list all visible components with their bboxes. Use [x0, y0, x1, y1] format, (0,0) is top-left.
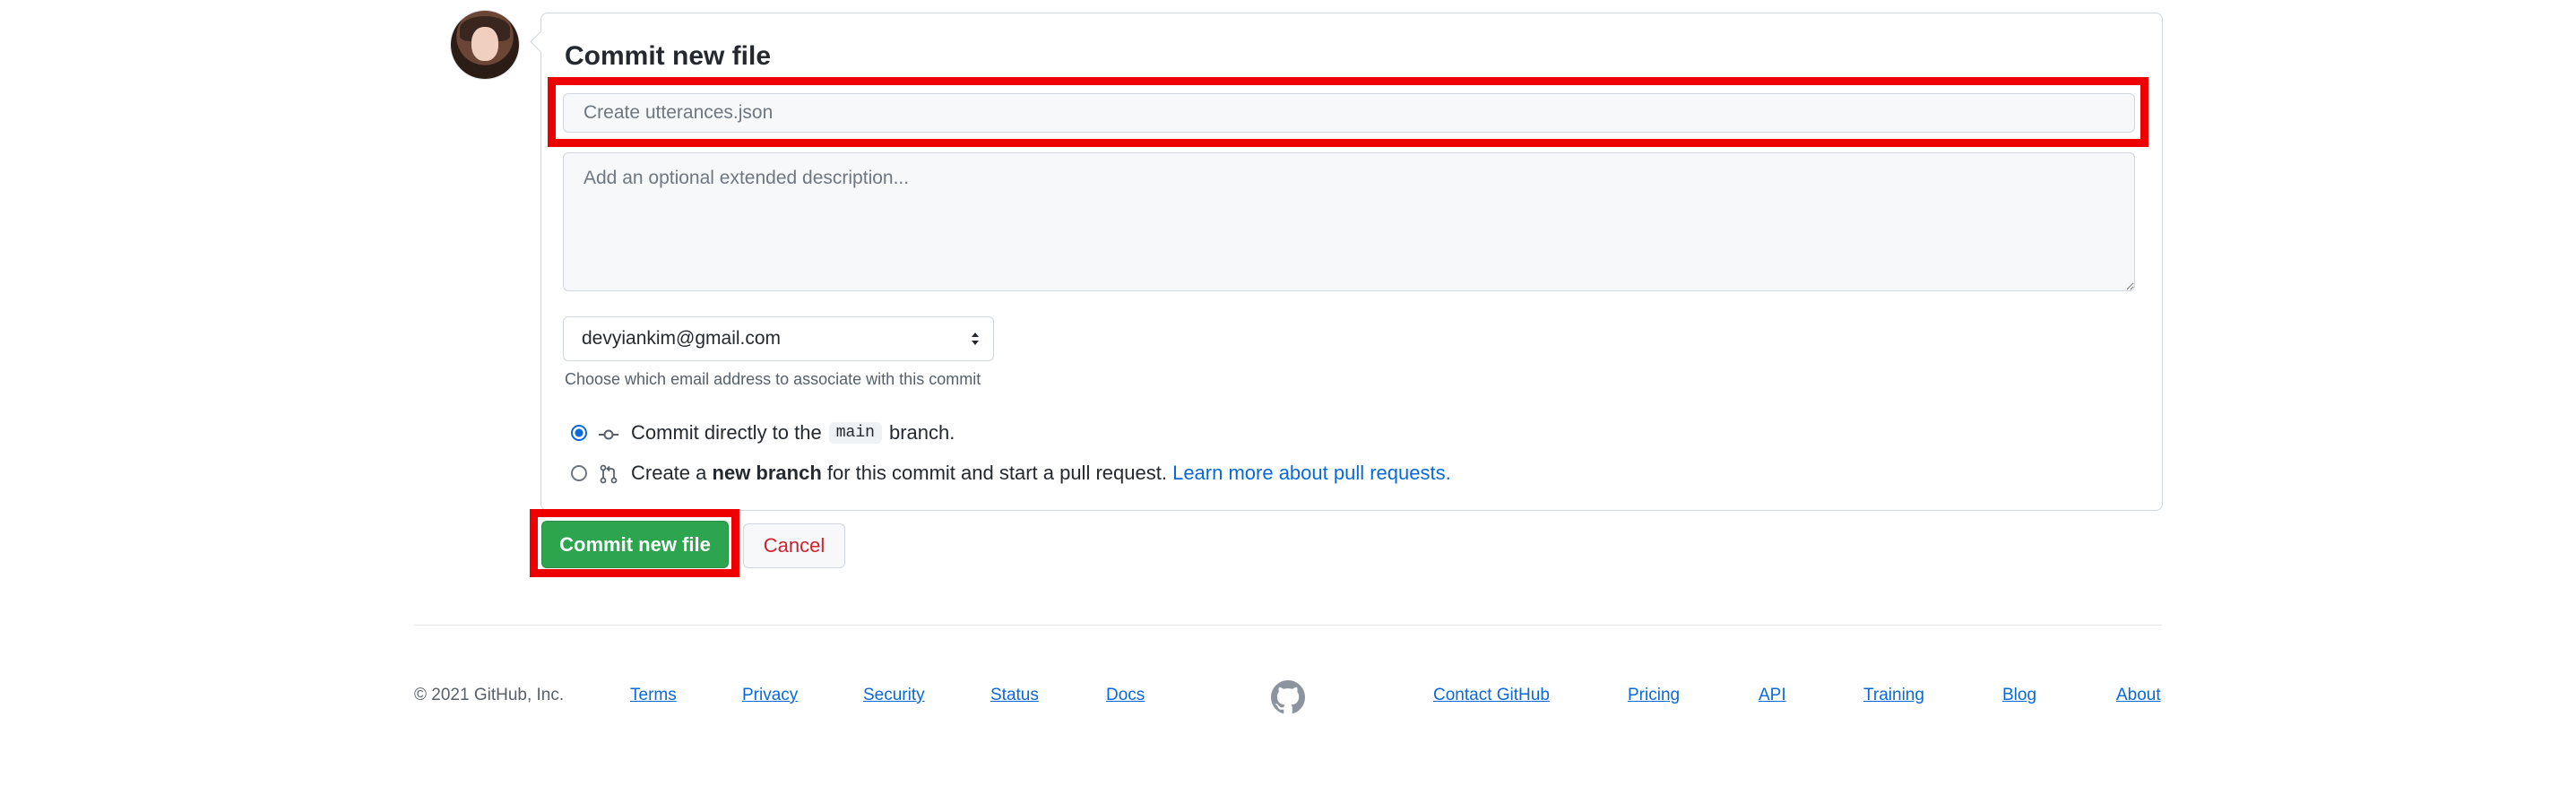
- commit-email-value: devyiankim@gmail.com: [582, 328, 782, 349]
- commit-direct-text-before: Commit directly to the: [631, 421, 822, 444]
- footer-link-contact-github[interactable]: Contact GitHub: [1433, 686, 1550, 705]
- footer-link-security[interactable]: Security: [863, 686, 925, 705]
- commit-direct-text-after: branch.: [888, 421, 955, 444]
- new-branch-text-before: Create a: [631, 462, 707, 484]
- new-branch-bold: new branch: [712, 462, 822, 484]
- git-commit-icon: [599, 429, 618, 440]
- cancel-button[interactable]: Cancel: [743, 523, 845, 568]
- footer-link-status[interactable]: Status: [990, 686, 1039, 705]
- select-arrows-icon: [972, 333, 979, 345]
- git-pull-request-icon: [600, 464, 618, 484]
- new-branch-text-after: for this commit and start a pull request…: [826, 462, 1167, 484]
- footer-link-docs[interactable]: Docs: [1106, 686, 1145, 705]
- commit-form-title: Commit new file: [565, 41, 772, 71]
- learn-more-pull-requests-link[interactable]: Learn more about pull requests.: [1172, 462, 1451, 485]
- footer-link-training[interactable]: Training: [1863, 686, 1924, 705]
- footer-link-terms[interactable]: Terms: [630, 686, 677, 705]
- commit-email-select[interactable]: devyiankim@gmail.com: [563, 316, 994, 361]
- footer-divider: [414, 625, 2162, 626]
- commit-direct-radio[interactable]: [571, 425, 587, 441]
- footer-link-blog[interactable]: Blog: [2002, 686, 2036, 705]
- commit-new-file-button[interactable]: Commit new file: [541, 521, 729, 568]
- footer-copyright: © 2021 GitHub, Inc.: [414, 686, 565, 704]
- footer-link-api[interactable]: API: [1759, 686, 1786, 705]
- github-logo-icon[interactable]: [1271, 680, 1305, 714]
- branch-name-code: main: [828, 422, 882, 444]
- email-help-text: Choose which email address to associate …: [565, 370, 981, 388]
- footer-link-about[interactable]: About: [2116, 686, 2161, 705]
- commit-direct-label: Commit directly to the main branch.: [631, 421, 955, 445]
- footer-link-pricing[interactable]: Pricing: [1628, 686, 1680, 705]
- commit-description-textarea[interactable]: [563, 152, 2135, 291]
- footer-link-privacy[interactable]: Privacy: [742, 686, 798, 705]
- new-branch-radio[interactable]: [571, 465, 587, 481]
- user-avatar[interactable]: [451, 11, 519, 79]
- new-branch-label: Create a new branch for this commit and …: [631, 462, 1451, 485]
- commit-summary-input[interactable]: [563, 93, 2135, 133]
